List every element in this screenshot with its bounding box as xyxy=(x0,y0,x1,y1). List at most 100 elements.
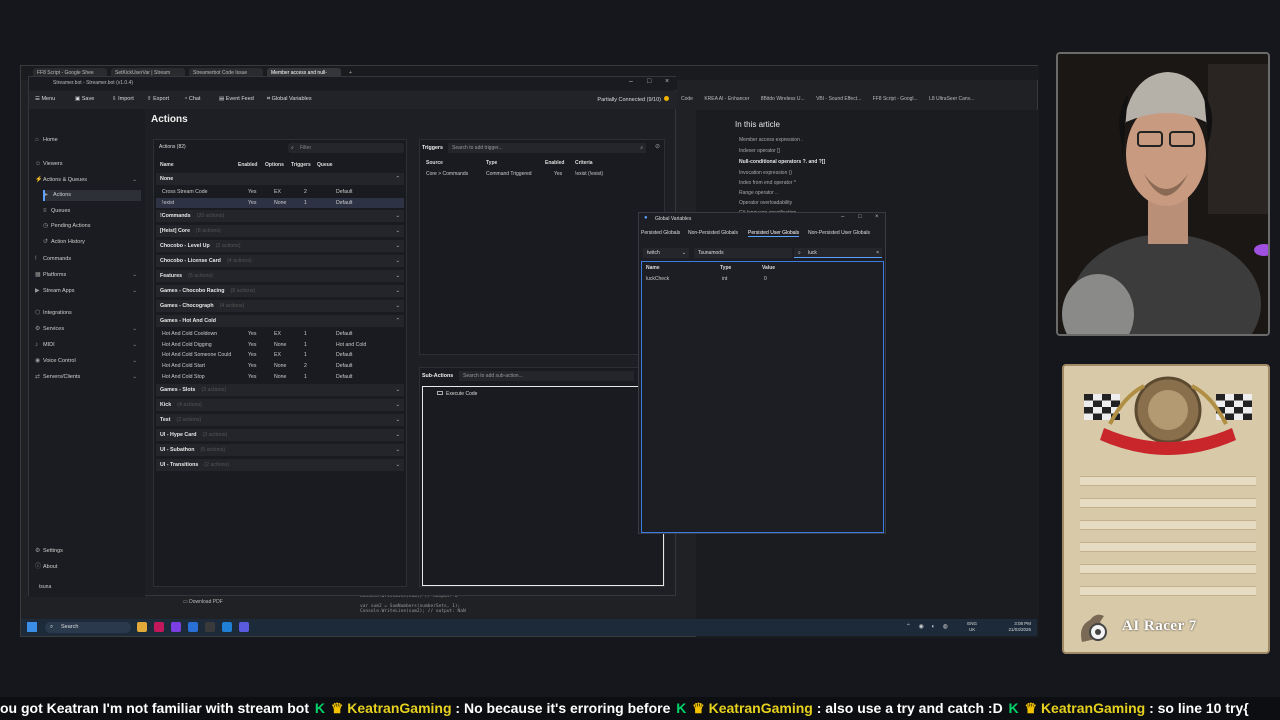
column-header[interactable]: Triggers xyxy=(291,162,311,168)
save-button[interactable]: ▣ Save xyxy=(75,96,94,102)
close-icon[interactable]: × xyxy=(875,214,879,220)
chevron-down-icon[interactable]: ⌄ xyxy=(396,300,400,312)
chevron-down-icon[interactable]: ⌄ xyxy=(396,240,400,252)
close-icon[interactable]: × xyxy=(665,78,669,85)
column-header[interactable]: Value xyxy=(762,265,775,271)
variable-name[interactable]: luckCheck xyxy=(646,276,669,282)
user-account[interactable]: tsuna xyxy=(39,584,51,590)
action-row[interactable]: Hot And Cold Start Yes None 2 Default xyxy=(156,361,404,371)
tab-persisted-user-globals[interactable]: Persisted User Globals xyxy=(748,230,800,237)
sidebar-item-voice-control[interactable]: ◉ Voice Control ⌄ xyxy=(35,356,141,367)
menu-button[interactable]: ☰ Menu xyxy=(35,96,55,102)
trigger-enabled[interactable]: Yes xyxy=(554,171,562,177)
minimize-icon[interactable]: – xyxy=(629,78,633,85)
sidebar-item-pending-actions[interactable]: ◷ Pending Actions xyxy=(43,221,141,232)
delete-icon[interactable]: ⊘ xyxy=(655,143,660,150)
download-pdf-link[interactable]: ▭ Download PDF xyxy=(183,599,223,605)
action-group[interactable]: None ⌃ xyxy=(156,173,404,185)
system-tray[interactable]: ⌃ ◉ ◐ ◍ xyxy=(906,623,951,630)
chevron-down-icon[interactable]: ⌄ xyxy=(396,225,400,237)
sub-action-list[interactable]: Execute Code xyxy=(422,386,664,586)
toc-link[interactable]: Invocation expression () xyxy=(739,170,792,176)
variable-value[interactable]: 0 xyxy=(764,276,767,282)
chevron-down-icon[interactable]: ⌄ xyxy=(396,270,400,282)
windows-start-icon[interactable] xyxy=(27,622,37,632)
tab-non-persisted-user-globals[interactable]: Non-Persisted User Globals xyxy=(808,230,870,236)
action-row[interactable]: Hot And Cold Digging Yes None 1 Hot and Cold xyxy=(156,340,404,350)
action-group[interactable]: UI - Transitions (2 actions) ⌄ xyxy=(156,459,404,472)
action-group[interactable]: UI - Hype Card (3 actions) ⌄ xyxy=(156,429,404,442)
bookmark[interactable]: L8 UltraSeer Canv... xyxy=(929,96,974,102)
chevron-up-icon[interactable]: ⌃ xyxy=(396,315,400,327)
action-group[interactable]: Games - Chocograph (4 actions) ⌄ xyxy=(156,300,404,313)
sidebar-item-commands[interactable]: ! Commands xyxy=(35,254,141,265)
bookmark[interactable]: VBI - Sound Effect... xyxy=(816,96,861,102)
action-row[interactable]: Hot And Cold Cooldown Yes EX 1 Default xyxy=(156,329,404,339)
maximize-icon[interactable]: □ xyxy=(858,214,862,220)
filter-input[interactable]: ⌕ Filter xyxy=(288,143,404,153)
user-select[interactable]: Tsunamods xyxy=(694,248,792,258)
column-header[interactable]: Type xyxy=(486,160,497,166)
toc-link[interactable]: Range operator .. xyxy=(739,190,778,196)
column-header[interactable]: Name xyxy=(646,265,660,271)
action-row[interactable]: Hot And Cold Someone Could Yes EX 1 Default xyxy=(156,350,404,360)
app-icon[interactable] xyxy=(205,622,215,632)
chevron-down-icon[interactable]: ⌄ xyxy=(396,255,400,267)
action-row[interactable]: Cross Stream Code Yes EX 2 Default xyxy=(156,187,404,197)
platform-select[interactable]: twitch ⌄ xyxy=(643,248,689,258)
chevron-down-icon[interactable]: ⌄ xyxy=(396,429,400,441)
sidebar-item-stream-apps[interactable]: ▶ Stream Apps ⌄ xyxy=(35,286,141,297)
action-group[interactable]: Games - Chocobo Racing (8 actions) ⌄ xyxy=(156,285,404,298)
trigger-criteria[interactable]: !exist (!exist) xyxy=(575,171,603,177)
chevron-down-icon[interactable]: ⌄ xyxy=(396,414,400,426)
column-header[interactable]: Enabled xyxy=(238,162,257,168)
search-input[interactable]: ⌕ luck × xyxy=(794,248,882,258)
action-group[interactable]: Games - Slots (3 actions) ⌄ xyxy=(156,384,404,397)
chevron-down-icon[interactable]: ⌄ xyxy=(396,444,400,456)
event-feed-button[interactable]: ▤ Event Feed xyxy=(219,96,254,102)
chevron-down-icon[interactable]: ⌄ xyxy=(396,210,400,222)
column-header[interactable]: Criteria xyxy=(575,160,593,166)
file-explorer-icon[interactable] xyxy=(137,622,147,632)
minimize-icon[interactable]: – xyxy=(841,214,844,220)
action-row[interactable]: Hot And Cold Stop Yes None 1 Default xyxy=(156,372,404,382)
clear-icon[interactable]: × xyxy=(876,248,879,258)
trigger-type[interactable]: Command Triggered xyxy=(486,171,532,177)
sidebar-item-home[interactable]: ⌂ Home xyxy=(35,135,141,146)
action-group[interactable]: [Heist] Core (8 actions) ⌄ xyxy=(156,225,404,238)
chevron-down-icon[interactable]: ⌄ xyxy=(396,459,400,471)
chevron-down-icon[interactable]: ⌄ xyxy=(396,399,400,411)
sidebar-item-platforms[interactable]: ▦ Platforms ⌄ xyxy=(35,270,141,281)
chat-button[interactable]: ◔ Chat xyxy=(184,96,200,102)
toc-link[interactable]: Member access expression . xyxy=(739,137,803,143)
column-header[interactable]: Type xyxy=(720,265,731,271)
toc-link-active[interactable]: Null-conditional operators ?. and ?[] xyxy=(739,159,825,165)
sidebar-item-actions-queues[interactable]: ⚡Actions & Queues ⌄ xyxy=(35,175,141,186)
action-group[interactable]: Chocobo - Level Up (2 actions) ⌄ xyxy=(156,240,404,253)
column-header[interactable]: Source xyxy=(426,160,443,166)
action-group[interactable]: Chocobo - License Card (4 actions) ⌄ xyxy=(156,255,404,268)
sidebar-item-viewers[interactable]: ☺ Viewers xyxy=(35,159,141,170)
chevron-up-icon[interactable]: ⌃ xyxy=(396,173,400,185)
export-button[interactable]: ⇧ Export xyxy=(147,96,169,102)
variable-type[interactable]: int xyxy=(722,276,727,282)
action-group[interactable]: !Commands (20 actions) ⌄ xyxy=(156,210,404,223)
sidebar-item-actions[interactable]: ▸ Actions xyxy=(43,190,141,201)
connection-status[interactable]: Partially Connected (9/10) xyxy=(597,96,669,103)
language-indicator[interactable]: ENG UK xyxy=(967,621,977,633)
action-group[interactable]: Test (2 actions) ⌄ xyxy=(156,414,404,427)
bookmark[interactable]: FF8 Script - Googl... xyxy=(873,96,918,102)
column-header[interactable]: Name xyxy=(160,162,174,168)
app-icon[interactable] xyxy=(171,622,181,632)
app-icon[interactable] xyxy=(222,622,232,632)
column-header[interactable]: Options xyxy=(265,162,284,168)
action-row[interactable]: !exist Yes None 1 Default xyxy=(156,197,404,208)
tab-persisted-globals[interactable]: Persisted Globals xyxy=(641,230,680,236)
sidebar-item-servers-clients[interactable]: ⇄ Servers/Clients ⌄ xyxy=(35,372,141,383)
toc-link[interactable]: Operator overloadability xyxy=(739,200,792,206)
global-variables-button[interactable]: ⌗ Global Variables xyxy=(267,96,312,103)
app-icon[interactable] xyxy=(239,622,249,632)
sub-action-search-input[interactable]: Search to add sub-action... xyxy=(459,371,634,381)
chevron-down-icon[interactable]: ⌄ xyxy=(396,384,400,396)
bookmark[interactable]: Code xyxy=(681,96,693,102)
